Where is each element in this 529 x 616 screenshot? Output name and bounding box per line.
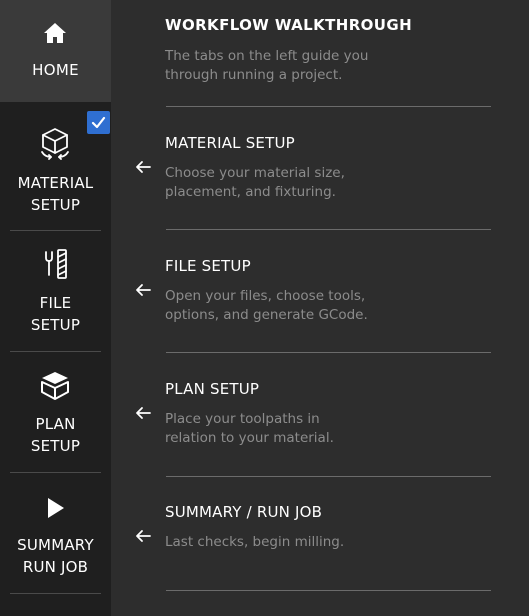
completed-check-badge: [87, 111, 110, 134]
arrow-left-icon: [136, 530, 151, 542]
play-icon: [48, 498, 64, 518]
page-title: WORKFLOW WALKTHROUGH: [165, 16, 413, 34]
sidebar-item-label: HOME: [32, 61, 79, 79]
sidebar-item-home[interactable]: HOME: [0, 0, 111, 102]
sidebar-item-file-setup[interactable]: FILE SETUP: [10, 231, 101, 352]
checkmark-icon: [91, 116, 106, 129]
divider: [166, 590, 491, 591]
section-desc-file-setup: Open your files, choose tools, options, …: [165, 288, 368, 323]
arrow-left-icon: [136, 407, 151, 419]
sidebar-item-summary-run-job[interactable]: SUMMARY RUN JOB: [10, 473, 101, 594]
material-cube-icon: [41, 128, 69, 160]
arrow-left-icon: [136, 284, 151, 296]
box-icon: [41, 372, 69, 400]
intro-text: The tabs on the left guide you through r…: [165, 48, 369, 83]
sidebar-item-label: MATERIAL: [17, 174, 94, 192]
sidebar-item-label: SETUP: [30, 196, 81, 214]
divider: [166, 229, 491, 230]
home-icon: [44, 23, 66, 43]
sidebar: HOME MATERIAL SETUP FILE SETUP PLAN SETU…: [0, 0, 111, 616]
sidebar-item-label: PLAN: [35, 415, 76, 433]
divider: [166, 106, 491, 107]
sidebar-item-plan-setup[interactable]: PLAN SETUP: [10, 352, 101, 473]
divider: [166, 476, 491, 477]
sidebar-item-label: SETUP: [30, 316, 81, 334]
sidebar-item-label: FILE: [39, 294, 72, 312]
sidebar-item-label: RUN JOB: [22, 558, 89, 576]
section-title-summary-run-job: SUMMARY / RUN JOB: [165, 503, 323, 521]
section-desc-plan-setup: Place your toolpaths in relation to your…: [165, 411, 334, 446]
section-desc-summary-run-job: Last checks, begin milling.: [165, 534, 345, 550]
tools-icon: [45, 249, 67, 279]
section-title-file-setup: FILE SETUP: [165, 257, 251, 275]
section-title-material-setup: MATERIAL SETUP: [165, 134, 295, 152]
sidebar-item-label: SUMMARY: [17, 536, 94, 554]
divider: [166, 352, 491, 353]
arrow-left-icon: [136, 161, 151, 173]
section-title-plan-setup: PLAN SETUP: [165, 380, 260, 398]
section-desc-material-setup: Choose your material size, placement, an…: [165, 165, 345, 200]
sidebar-item-label: SETUP: [30, 437, 81, 455]
